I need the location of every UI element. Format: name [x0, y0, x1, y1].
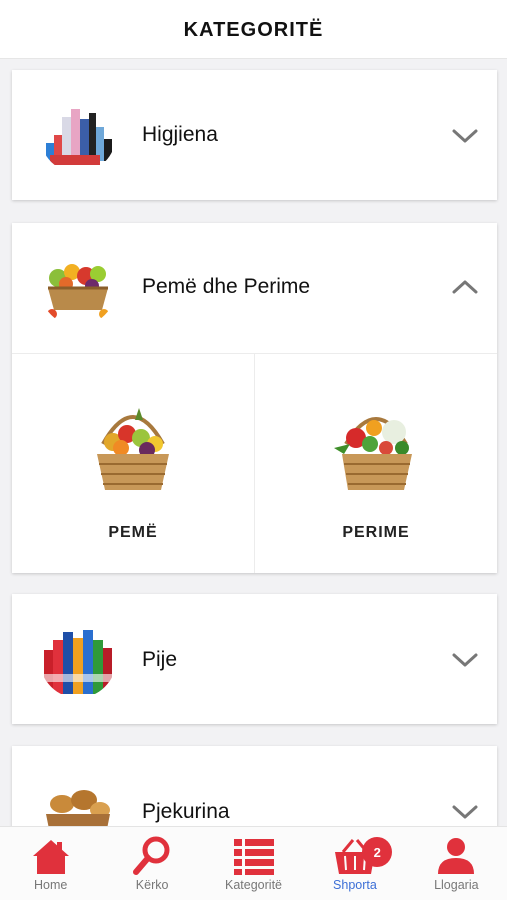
bottom-tab-bar: Home Kërko Kategoritë 2 Shporta Llogaria: [0, 826, 507, 900]
tab-cart[interactable]: 2 Shporta: [304, 827, 405, 900]
subcategory-peme[interactable]: PEMË: [12, 354, 254, 573]
chevron-down-icon[interactable]: [451, 126, 479, 146]
tab-search[interactable]: Kërko: [101, 827, 202, 900]
user-icon: [438, 838, 475, 874]
home-icon: [32, 840, 69, 874]
category-card-peme-dhe-perime[interactable]: Pemë dhe Perime PEMË PERIME: [12, 223, 497, 573]
fruit-basket-image: [97, 408, 169, 490]
category-label: Pjekurina: [142, 800, 230, 823]
category-label: Pemë dhe Perime: [142, 275, 311, 298]
category-label: Higjiena: [142, 123, 218, 146]
drinks-bottles-image: [40, 622, 116, 698]
hygiene-products-image: [40, 97, 116, 173]
tab-account[interactable]: Llogaria: [406, 827, 507, 900]
tab-label: Shporta: [333, 878, 377, 892]
tab-label: Kategoritë: [225, 878, 282, 892]
tab-label: Home: [34, 878, 68, 892]
category-card-higjiena[interactable]: Higjiena: [12, 70, 497, 200]
vegetable-basket-image: [334, 417, 412, 490]
page-title: KATEGORITË: [183, 18, 324, 41]
app-header: KATEGORITË: [0, 0, 507, 59]
subcategory-label: PERIME: [342, 524, 410, 541]
tab-label: Llogaria: [434, 878, 479, 892]
category-card-pije[interactable]: Pije: [12, 594, 497, 724]
subcategory-label: PEMË: [108, 524, 158, 541]
subcategory-perime[interactable]: PERIME: [254, 354, 497, 573]
cart-count-badge: 2: [362, 837, 393, 867]
chevron-down-icon[interactable]: [451, 802, 479, 822]
fruit-vegetable-basket-image: [40, 250, 116, 326]
tab-label: Kërko: [135, 878, 169, 892]
chevron-up-icon[interactable]: [451, 277, 479, 297]
category-label: Pije: [142, 648, 178, 671]
tab-categories[interactable]: Kategoritë: [203, 827, 304, 900]
tab-home[interactable]: Home: [0, 827, 101, 900]
search-icon: [133, 836, 170, 875]
subcategory-grid: PEMË PERIME: [12, 353, 497, 573]
chevron-down-icon[interactable]: [451, 650, 479, 670]
list-icon: [233, 839, 274, 875]
